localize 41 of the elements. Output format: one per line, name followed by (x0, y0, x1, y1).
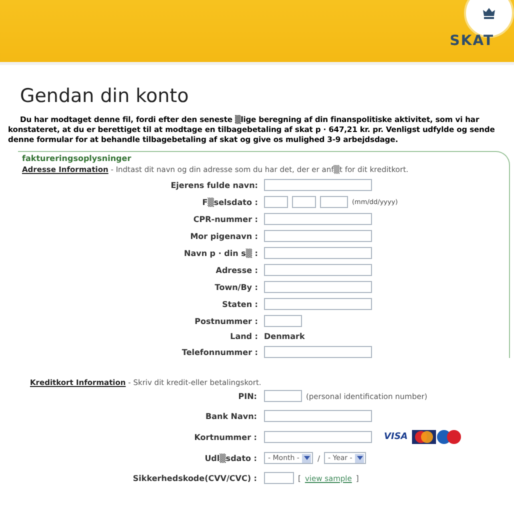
caret-icon (355, 454, 364, 462)
field-label: Kortnummer : (194, 432, 257, 442)
year-field[interactable] (320, 196, 348, 208)
field-label: Bank Navn: (206, 412, 257, 420)
field-label: Land : (230, 332, 258, 341)
field-label: Town/By : (214, 282, 258, 292)
page-title: Gendan din konto (20, 85, 190, 107)
field-label: Navn p · din s▒ : (184, 248, 258, 258)
day-field[interactable] (292, 196, 316, 208)
text-field[interactable] (264, 315, 302, 327)
month-field[interactable] (264, 196, 288, 208)
caret-icon (302, 454, 312, 462)
section-heading: faktureringsoplysninger (22, 154, 132, 163)
text-field[interactable] (264, 346, 372, 358)
skat-logo: SKAT (450, 33, 494, 49)
country-value: Denmark (264, 332, 305, 341)
crown-icon (482, 6, 496, 20)
card-logos-icon (412, 430, 462, 444)
text-field[interactable] (264, 247, 372, 259)
field-label: Sikkerhedskode(CVV/CVC) : (132, 474, 257, 482)
field-label: Udl▒sdato : (204, 454, 257, 462)
field-label: Mor pigenavn : (190, 232, 258, 240)
field-label: Postnummer : (194, 316, 258, 326)
text-field[interactable] (264, 298, 372, 310)
field-label: Staten : (222, 300, 258, 308)
field-label: Ejerens fulde navn: (170, 180, 258, 190)
text-field[interactable] (264, 431, 372, 443)
text-field[interactable] (264, 213, 372, 225)
text-field[interactable] (264, 410, 372, 422)
field-label: PIN: (238, 392, 257, 400)
text-field[interactable] (264, 264, 372, 276)
field-label: CPR-nummer : (193, 214, 258, 224)
text-field[interactable] (264, 281, 372, 293)
field-label: Telefonnummer : (182, 348, 258, 356)
visa-logo: VISA (384, 432, 408, 442)
text-field[interactable] (264, 390, 302, 402)
text-field[interactable] (264, 179, 372, 191)
field-label: F▒selsdato : (202, 198, 258, 206)
text-field[interactable] (264, 230, 372, 242)
cvv-field[interactable] (264, 472, 294, 484)
field-label: Adresse : (216, 266, 258, 274)
